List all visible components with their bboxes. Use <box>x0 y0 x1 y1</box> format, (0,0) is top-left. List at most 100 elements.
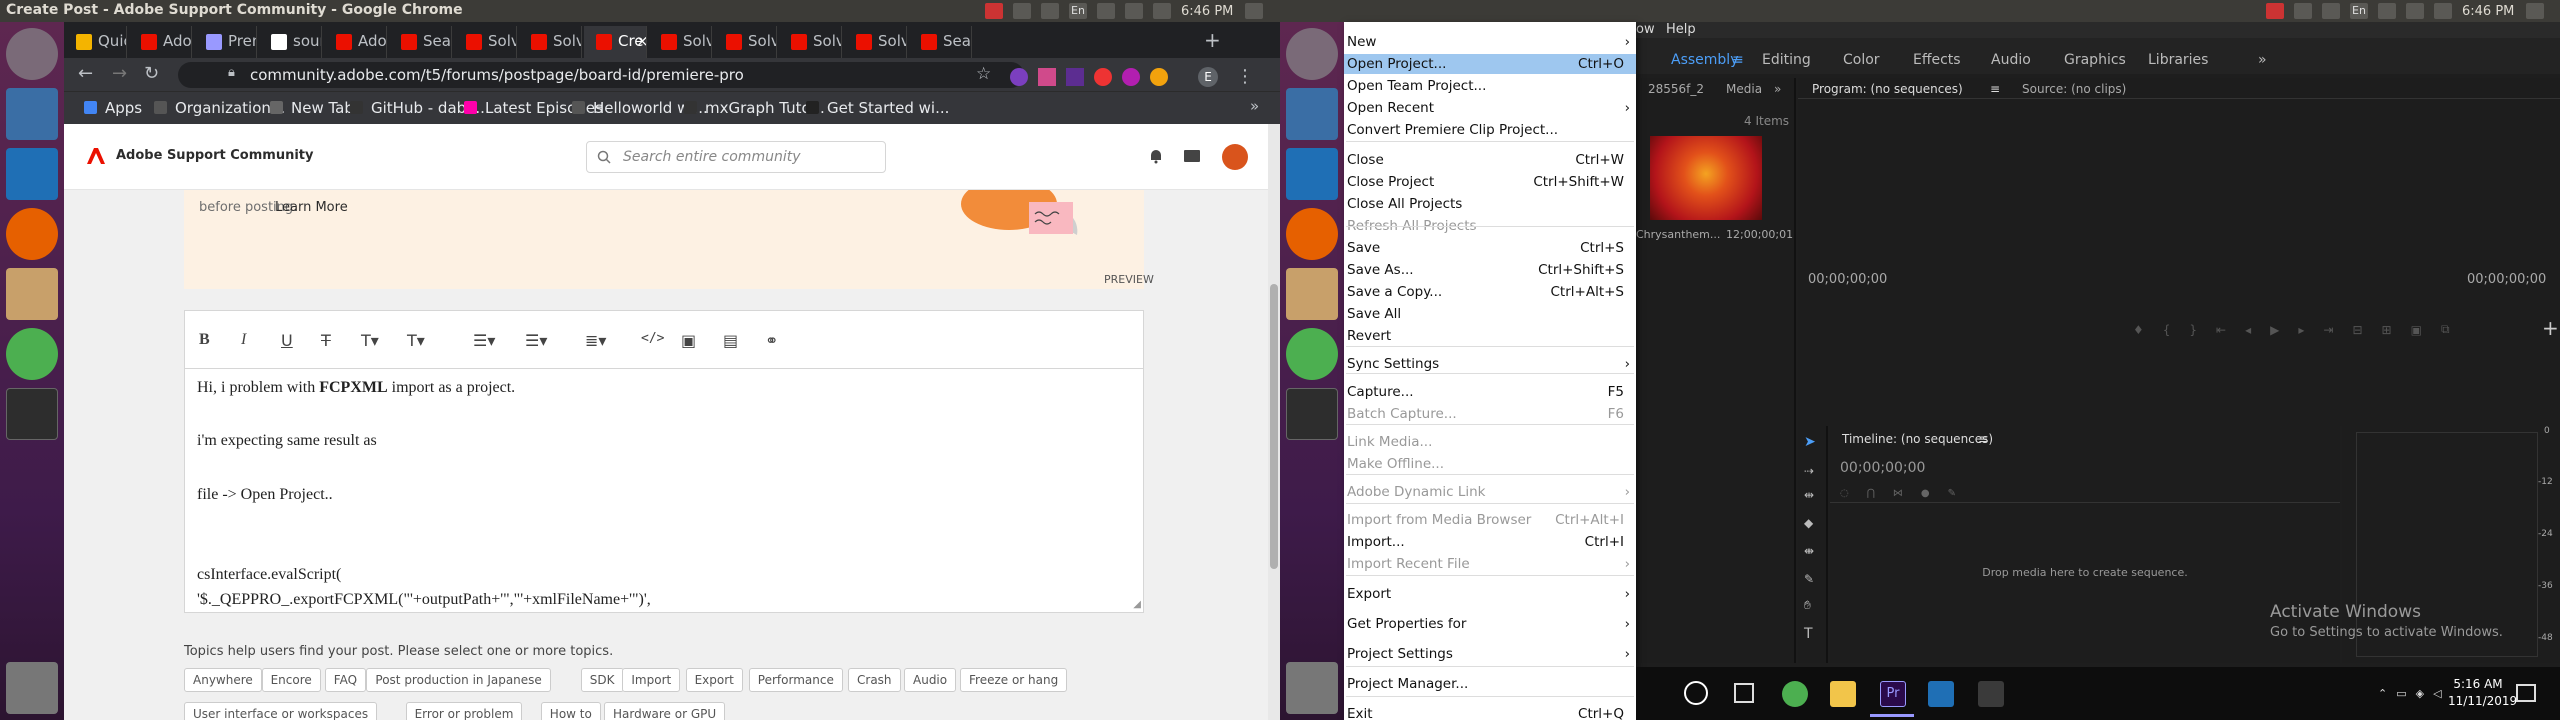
menu-item[interactable]: Project Settings › <box>1344 644 1636 664</box>
workspace-audio[interactable]: Audio <box>1991 52 2031 68</box>
new-tab-icon[interactable]: + <box>1204 28 1221 52</box>
workspace-graphics[interactable]: Graphics <box>2064 52 2126 68</box>
workspace-editing[interactable]: Editing <box>1762 52 1811 68</box>
menu-item[interactable]: Save As... Ctrl+Shift+S <box>1344 260 1636 280</box>
workspace-menu-icon[interactable]: ≡ <box>1732 52 1744 68</box>
timeline-menu-icon[interactable]: ≡ <box>1978 432 1988 446</box>
topic-tag[interactable]: SDK <box>580 668 624 692</box>
extract-icon[interactable]: ⊞ <box>2382 323 2392 337</box>
trash-icon-2[interactable] <box>1286 662 1338 714</box>
slip-icon[interactable]: ⇼ <box>1804 544 1814 558</box>
action-center-icon[interactable] <box>2516 684 2536 702</box>
url-field[interactable]: 🔒︎ community.adobe.com/t5/forums/postpag… <box>178 62 1024 88</box>
format-icon[interactable]: ≣▾ <box>585 331 606 350</box>
workspace-libraries[interactable]: Libraries <box>2148 52 2208 68</box>
tray-chevron-icon[interactable]: ⌃ <box>2378 687 2387 700</box>
topic-tag[interactable]: Error or problem <box>405 702 523 720</box>
volume-icon-2[interactable] <box>2434 3 2452 19</box>
workspace-overflow-icon[interactable]: » <box>2258 52 2267 68</box>
topic-tag[interactable]: Export <box>685 668 743 692</box>
cortana-search-icon[interactable] <box>1684 681 1708 705</box>
browser-tab[interactable]: Quick <box>64 26 127 58</box>
help-menu[interactable]: Help <box>1666 22 1696 37</box>
network-icon-2[interactable] <box>2322 3 2340 19</box>
extension-icon-4[interactable] <box>1094 67 1112 86</box>
keyboard-lang-icon-2[interactable]: En <box>2350 3 2368 19</box>
media-tab[interactable]: Media <box>1726 82 1762 96</box>
track-select-icon[interactable]: ⇢ <box>1804 464 1814 478</box>
bookmarks-overflow-icon[interactable]: » <box>1250 97 1259 115</box>
menu-item[interactable]: Revert <box>1344 326 1636 346</box>
topic-tag[interactable]: Freeze or hang <box>960 668 1068 692</box>
profile-avatar[interactable]: E <box>1198 66 1218 87</box>
menu-item[interactable]: Close Project Ctrl+Shift+W <box>1344 172 1636 192</box>
browser-tab[interactable]: Solve <box>714 26 777 58</box>
bookmark-item[interactable]: mxGraph Tuto... <box>684 99 825 117</box>
in-point-icon[interactable]: { <box>2163 323 2171 337</box>
type-tool-icon[interactable]: T <box>1804 626 1813 642</box>
clip-thumbnail[interactable] <box>1650 136 1762 220</box>
user-avatar[interactable] <box>1222 144 1248 170</box>
window-menu[interactable]: ow <box>1636 22 1655 37</box>
extension-icon-5[interactable] <box>1122 67 1140 86</box>
topic-tag[interactable]: Crash <box>848 668 901 692</box>
taskbar-clock[interactable]: 5:16 AM <box>2448 677 2508 691</box>
step-back-icon[interactable]: ◂ <box>2245 323 2251 337</box>
numbered-list-icon[interactable]: ☰▾ <box>473 331 495 350</box>
video-icon[interactable]: ▤ <box>723 331 738 350</box>
bookmark-item[interactable]: Organization... <box>154 99 285 117</box>
menu-item[interactable]: Save All <box>1344 304 1636 324</box>
text-color-icon[interactable]: T▾ <box>407 331 425 350</box>
topic-tag[interactable]: Anywhere <box>184 668 262 692</box>
browser-tab[interactable]: Prem <box>194 26 257 58</box>
browser-tab[interactable]: Solve <box>844 26 907 58</box>
chrome-launcher-icon-2[interactable] <box>1286 328 1338 380</box>
menu-item[interactable]: New › <box>1344 32 1636 52</box>
topic-tag[interactable]: Performance <box>748 668 843 692</box>
page-scrollbar[interactable] <box>1268 124 1280 720</box>
hand-icon[interactable]: ✋︎ <box>1804 598 1811 613</box>
extension-icon-6[interactable] <box>1150 67 1168 86</box>
reload-icon[interactable]: ↻ <box>144 63 159 84</box>
files-icon[interactable] <box>6 268 58 320</box>
export-frame-icon[interactable]: ▣ <box>2411 323 2422 337</box>
settings-gear-icon[interactable] <box>1245 3 1264 19</box>
topic-tag[interactable]: Encore <box>261 668 321 692</box>
browser-tab[interactable]: Searc <box>389 26 452 58</box>
scrollbar-thumb[interactable] <box>1270 284 1278 569</box>
task-view-icon[interactable] <box>1734 683 1754 703</box>
font-size-icon[interactable]: T▾ <box>361 331 379 350</box>
files-icon-2[interactable] <box>1286 268 1338 320</box>
underline-icon[interactable]: U <box>281 331 293 350</box>
program-timecode-left[interactable]: 00;00;00;00 <box>1808 272 1887 287</box>
menu-item[interactable]: Close Ctrl+W <box>1344 150 1636 170</box>
italic-icon[interactable]: I <box>241 331 246 349</box>
browser-tab[interactable]: Solve <box>454 26 517 58</box>
menu-item[interactable]: Save a Copy... Ctrl+Alt+S <box>1344 282 1636 302</box>
battery-icon[interactable] <box>1125 3 1143 19</box>
topic-tag[interactable]: Import <box>622 668 681 692</box>
clock-left[interactable]: 6:46 PM <box>1181 4 1233 19</box>
link-icon[interactable]: ⚭ <box>765 331 778 350</box>
timeline-timecode[interactable]: 00;00;00;00 <box>1840 460 1925 476</box>
notifications-bell-icon[interactable] <box>1148 148 1164 164</box>
timeline-tools-icons[interactable]: ◌⋂⋈●✎ <box>1840 488 2000 500</box>
workspace-color[interactable]: Color <box>1843 52 1880 68</box>
workspace-effects[interactable]: Effects <box>1913 52 1961 68</box>
menu-item[interactable]: Sync Settings › <box>1344 354 1636 374</box>
remote-desktop-icon[interactable] <box>6 88 58 140</box>
extension-icon-2[interactable] <box>1038 67 1056 86</box>
tray-battery-icon[interactable]: ▭ <box>2396 687 2406 700</box>
menu-item[interactable]: Close All Projects <box>1344 194 1636 214</box>
menu-item[interactable]: Exit Ctrl+Q <box>1344 704 1636 720</box>
taskbar-chrome-icon[interactable] <box>1782 681 1808 707</box>
chrome-launcher-icon[interactable] <box>6 328 58 380</box>
terminal-icon-2[interactable] <box>1286 388 1338 440</box>
strikethrough-icon[interactable]: T <box>321 331 331 350</box>
menu-item[interactable]: Get Properties for › <box>1344 614 1636 634</box>
battery-icon-2[interactable] <box>2406 3 2424 19</box>
remote-desktop-icon-2[interactable] <box>1286 88 1338 140</box>
browser-tab[interactable]: Cre× <box>584 26 647 58</box>
go-to-out-icon[interactable]: ⇥ <box>2323 323 2333 337</box>
trash-icon[interactable] <box>6 662 58 714</box>
